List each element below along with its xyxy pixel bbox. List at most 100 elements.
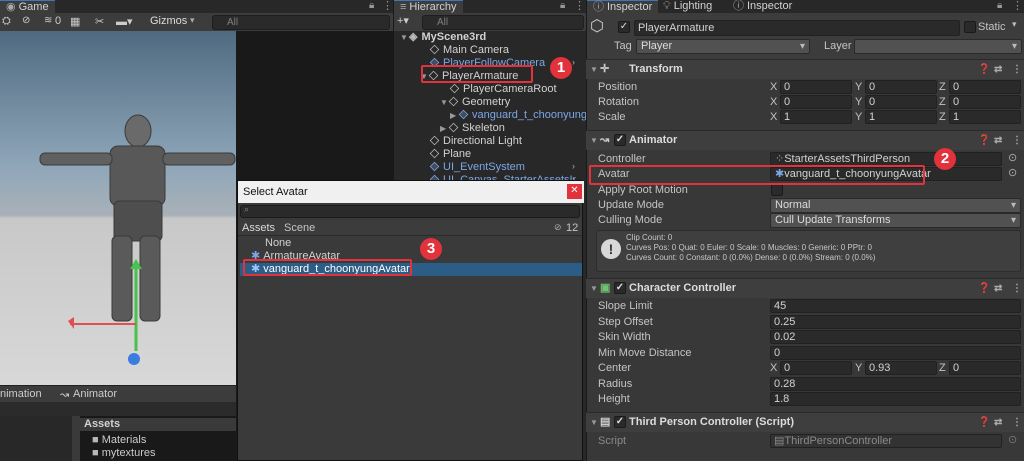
tab-assets[interactable]: Assets xyxy=(242,222,275,234)
scale-y-field[interactable]: 1 xyxy=(865,110,937,124)
hierarchy-item-directional-light[interactable]: Directional Light xyxy=(429,135,522,148)
active-checkbox[interactable]: ✓ xyxy=(618,21,630,33)
tab-lighting[interactable]: 💡︎ Lighting xyxy=(657,0,718,13)
add-icon[interactable]: +▾ xyxy=(397,14,409,27)
animator-enabled-checkbox[interactable]: ✓ xyxy=(614,134,626,146)
height-field[interactable]: 1.8 xyxy=(770,392,1021,406)
object-picker-icon[interactable]: ⊙ xyxy=(1008,166,1017,179)
lock-icon[interactable]: 🔒︎ xyxy=(560,0,565,11)
close-icon[interactable]: ✕ xyxy=(567,184,582,199)
transform-header[interactable]: ▼ ✛ Transform ❓ ⇄ ⋮ xyxy=(586,59,1024,79)
rotation-y-field[interactable]: 0 xyxy=(865,95,937,109)
center-x-field[interactable]: 0 xyxy=(780,361,852,375)
tools-icon[interactable]: ✂ xyxy=(95,15,104,28)
update-mode-dropdown[interactable]: Normal xyxy=(770,198,1021,213)
animator-header[interactable]: ▼ ↝ ✓ Animator ❓ ⇄ ⋮ xyxy=(586,130,1024,150)
tab-animator[interactable]: Animator xyxy=(73,388,117,400)
scene-viewport[interactable] xyxy=(0,31,236,385)
folder-mytextures[interactable]: ■ mytextures xyxy=(92,447,156,460)
hierarchy-item-main-camera[interactable]: Main Camera xyxy=(429,44,509,57)
character-model[interactable] xyxy=(0,31,236,385)
hidden-toggle-icon[interactable]: ⊘ xyxy=(22,15,30,26)
scene-row[interactable]: ▼◈ MyScene3rd xyxy=(400,31,486,44)
expand-arrow-icon[interactable]: ▶ xyxy=(440,122,449,135)
rotation-z-field[interactable]: 0 xyxy=(949,95,1021,109)
layer-dropdown[interactable] xyxy=(854,39,1022,54)
object-picker-icon[interactable]: ⊙ xyxy=(1008,151,1017,164)
hierarchy-item-player-camera-root[interactable]: PlayerCameraRoot xyxy=(449,83,557,96)
project-scrollbar[interactable] xyxy=(72,416,80,461)
static-dropdown-icon[interactable]: ▾ xyxy=(1012,19,1017,30)
center-z-field[interactable]: 0 xyxy=(949,361,1021,375)
more-icon[interactable]: ⋮ xyxy=(382,0,393,12)
position-x-field[interactable]: 0 xyxy=(780,80,852,94)
help-icon[interactable]: ❓ xyxy=(978,131,990,150)
slope-limit-field[interactable]: 45 xyxy=(770,299,1021,313)
help-icon[interactable]: ❓ xyxy=(978,413,990,432)
hierarchy-item-skeleton[interactable]: ▶ Skeleton xyxy=(440,122,505,135)
expand-arrow-icon[interactable]: ▼ xyxy=(590,413,598,432)
more-icon[interactable]: ⋮ xyxy=(574,0,585,12)
tab-hierarchy[interactable]: ≡ Hierarchy xyxy=(394,0,463,13)
avatar-option-none[interactable]: None xyxy=(265,237,291,250)
position-z-field[interactable]: 0 xyxy=(949,80,1021,94)
controller-field[interactable]: ⁘StarterAssetsThirdPerson xyxy=(770,152,1002,166)
display-icon[interactable]: ▬▾ xyxy=(116,15,133,28)
tab-scene[interactable]: Scene xyxy=(284,222,315,234)
help-icon[interactable]: ❓ xyxy=(978,279,990,298)
gizmos-chevron-icon[interactable]: ▾ xyxy=(190,15,195,26)
tab-animation[interactable]: nimation xyxy=(0,388,42,400)
lock-icon[interactable]: 🔒︎ xyxy=(997,0,1002,11)
culling-mode-dropdown[interactable]: Cull Update Transforms xyxy=(770,213,1021,228)
center-y-field[interactable]: 0.93 xyxy=(865,361,937,375)
hierarchy-search-input[interactable]: All xyxy=(422,15,584,30)
chevron-right-icon[interactable]: › xyxy=(572,161,575,171)
hierarchy-item-ui-event-system[interactable]: UI_EventSystem xyxy=(429,161,525,174)
more-icon[interactable]: ⋮ xyxy=(1012,0,1023,12)
hierarchy-item-plane[interactable]: Plane xyxy=(429,148,471,161)
hierarchy-item-geometry[interactable]: ▼ Geometry xyxy=(440,96,510,109)
help-icon[interactable]: ❓ xyxy=(978,60,990,79)
expand-arrow-icon[interactable]: ▼ xyxy=(440,96,449,109)
popup-search-input[interactable]: ⌕ xyxy=(240,204,580,218)
expand-arrow-icon[interactable]: ▼ xyxy=(400,31,409,44)
preset-icon[interactable]: ⇄ xyxy=(994,60,1002,79)
radius-field[interactable]: 0.28 xyxy=(770,377,1021,391)
tag-dropdown[interactable]: Player xyxy=(636,39,810,54)
third-person-controller-header[interactable]: ▼ ▤ ✓ Third Person Controller (Script) ❓… xyxy=(586,412,1024,432)
character-controller-header[interactable]: ▼ ▣ ✓ Character Controller ❓ ⇄ ⋮ xyxy=(586,278,1024,298)
min-move-distance-field[interactable]: 0 xyxy=(770,346,1021,360)
object-name-input[interactable]: PlayerArmature xyxy=(634,20,960,36)
scale-x-field[interactable]: 1 xyxy=(780,110,852,124)
grid-icon[interactable]: ▦ xyxy=(70,15,80,28)
tab-inspector[interactable]: ⓘ Inspector xyxy=(587,0,659,13)
expand-arrow-icon[interactable]: ▼ xyxy=(590,131,598,150)
expand-arrow-icon[interactable]: ▶ xyxy=(450,109,459,122)
position-y-field[interactable]: 0 xyxy=(865,80,937,94)
lock-icon[interactable]: 🔒︎ xyxy=(369,0,374,11)
chevron-right-icon[interactable]: › xyxy=(572,57,575,67)
layers-icon[interactable]: ≋ xyxy=(44,15,52,26)
hierarchy-item-vanguard[interactable]: ▶ vanguard_t_choonyung xyxy=(450,109,587,122)
static-checkbox[interactable] xyxy=(964,21,976,33)
skin-width-field[interactable]: 0.02 xyxy=(770,330,1021,344)
more-icon[interactable]: ⋮ xyxy=(1012,60,1022,79)
preset-icon[interactable]: ⇄ xyxy=(994,279,1002,298)
scale-z-field[interactable]: 1 xyxy=(949,110,1021,124)
game-search-input[interactable]: All xyxy=(212,15,390,30)
gizmos-dropdown[interactable]: Gizmos xyxy=(150,15,187,27)
apply-root-motion-checkbox[interactable] xyxy=(771,184,783,196)
tab-game[interactable]: ◉ Game xyxy=(0,0,55,13)
camera-icon[interactable]: ⛭ xyxy=(2,15,11,28)
more-icon[interactable]: ⋮ xyxy=(1012,413,1022,432)
character-controller-enabled-checkbox[interactable]: ✓ xyxy=(614,282,626,294)
expand-arrow-icon[interactable]: ▼ xyxy=(590,279,598,298)
folder-materials[interactable]: ■ Materials xyxy=(92,434,146,447)
step-offset-field[interactable]: 0.25 xyxy=(770,315,1021,329)
visibility-icon[interactable]: ⊘ xyxy=(554,222,562,233)
tab-inspector-2[interactable]: ⓘ Inspector xyxy=(727,0,798,13)
preset-icon[interactable]: ⇄ xyxy=(994,413,1002,432)
third-person-enabled-checkbox[interactable]: ✓ xyxy=(614,416,626,428)
expand-arrow-icon[interactable]: ▼ xyxy=(590,60,598,79)
more-icon[interactable]: ⋮ xyxy=(1012,279,1022,298)
